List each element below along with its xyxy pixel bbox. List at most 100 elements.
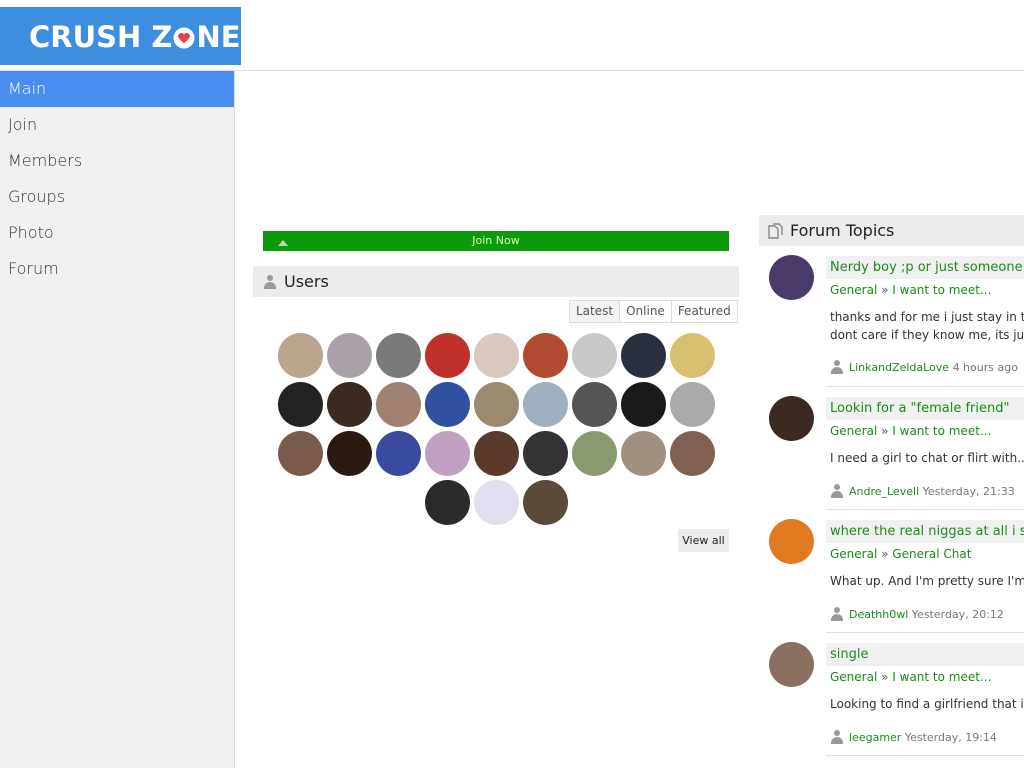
topic-time: Yesterday, 19:14: [904, 731, 997, 744]
topic-excerpt-line: Looking to find a girlfriend that is 4: [830, 697, 1024, 711]
member-avatar[interactable]: [327, 431, 372, 476]
member-avatar[interactable]: [376, 382, 421, 427]
member-avatar[interactable]: [523, 431, 568, 476]
member-avatar[interactable]: [621, 382, 666, 427]
topic-author-link[interactable]: Deathh0wl: [849, 608, 908, 621]
topic-excerpt-line: thanks and for me i just stay in the: [830, 310, 1024, 324]
member-avatar[interactable]: [474, 431, 519, 476]
member-avatar[interactable]: [572, 333, 617, 378]
user-icon: [830, 360, 844, 374]
users-title: Users: [284, 272, 329, 291]
nav-item-main[interactable]: Main: [0, 71, 234, 107]
user-icon: [830, 484, 844, 498]
nav-item-members[interactable]: Members: [0, 143, 234, 179]
topic-category-link[interactable]: General: [830, 424, 877, 438]
forum-topic: Lookin for a "female friend" General » I …: [759, 387, 1024, 510]
tab-online[interactable]: Online: [620, 301, 672, 322]
header: CRUSH Z NE: [0, 0, 1024, 71]
member-avatar[interactable]: [523, 333, 568, 378]
forum-topics-header: Forum Topics: [759, 215, 1024, 246]
topic-meta: leegamer Yesterday, 19:14: [830, 730, 997, 744]
member-avatar[interactable]: [474, 480, 519, 525]
member-avatar[interactable]: [278, 431, 323, 476]
member-avatar[interactable]: [278, 382, 323, 427]
join-now-button[interactable]: Join Now: [263, 231, 729, 251]
topic-subcategory-link[interactable]: I want to meet...: [892, 283, 991, 297]
topic-title-link[interactable]: Lookin for a "female friend": [826, 397, 1024, 420]
member-avatar[interactable]: [327, 333, 372, 378]
topic-author-link[interactable]: Andre_Levell: [849, 485, 919, 498]
member-avatar[interactable]: [474, 382, 519, 427]
users-section-header: Users: [253, 266, 739, 297]
topic-title-link[interactable]: where the real niggas at all i see: [826, 520, 1024, 543]
member-avatar[interactable]: [670, 382, 715, 427]
topic-breadcrumb: General » I want to meet...: [830, 424, 992, 438]
user-icon: [830, 730, 844, 744]
topic-time: Yesterday, 20:12: [911, 608, 1004, 621]
member-avatar[interactable]: [523, 382, 568, 427]
member-avatar[interactable]: [670, 431, 715, 476]
divider: [826, 755, 1024, 756]
member-avatar[interactable]: [621, 431, 666, 476]
topic-author-avatar[interactable]: [769, 396, 814, 441]
topic-category-link[interactable]: General: [830, 547, 877, 561]
member-avatar[interactable]: [327, 382, 372, 427]
topic-subcategory-link[interactable]: I want to meet...: [892, 670, 991, 684]
tab-latest[interactable]: Latest: [570, 301, 621, 322]
member-avatar[interactable]: [278, 333, 323, 378]
topic-subcategory-link[interactable]: General Chat: [892, 547, 971, 561]
topic-time: Yesterday, 21:33: [922, 485, 1015, 498]
member-avatar[interactable]: [425, 431, 470, 476]
member-avatar[interactable]: [376, 431, 421, 476]
member-avatar[interactable]: [621, 333, 666, 378]
member-avatar[interactable]: [425, 333, 470, 378]
topic-excerpt-line: What up. And I'm pretty sure I'm n: [830, 574, 1024, 588]
topic-excerpt: I need a girl to chat or flirt with...r: [830, 449, 1024, 467]
topic-meta: LinkandZeldaLove 4 hours ago: [830, 360, 1018, 374]
member-avatar[interactable]: [376, 333, 421, 378]
topic-breadcrumb: General » General Chat: [830, 547, 972, 561]
topic-breadcrumb: General » I want to meet...: [830, 670, 992, 684]
join-now-label: Join Now: [472, 234, 520, 247]
users-tabs: Latest Online Featured: [569, 300, 738, 323]
logo-text: CRUSH Z NE: [29, 20, 241, 54]
member-avatar[interactable]: [474, 333, 519, 378]
topic-excerpt: What up. And I'm pretty sure I'm n: [830, 572, 1024, 590]
nav-item-groups[interactable]: Groups: [0, 179, 234, 215]
view-all-button[interactable]: View all: [678, 529, 729, 552]
topic-title-link[interactable]: single: [826, 643, 1024, 666]
nav-item-forum[interactable]: Forum: [0, 251, 234, 287]
topic-breadcrumb: General » I want to meet...: [830, 283, 992, 297]
tab-featured[interactable]: Featured: [672, 301, 737, 322]
topic-title-link[interactable]: Nerdy boy ;p or just someone n: [826, 256, 1024, 279]
topic-category-link[interactable]: General: [830, 670, 877, 684]
topic-author-link[interactable]: leegamer: [849, 731, 901, 744]
crush-zone-logo[interactable]: CRUSH Z NE: [0, 7, 241, 65]
topic-excerpt-line: dont care if they know me, its just: [830, 328, 1024, 342]
member-avatar[interactable]: [523, 480, 568, 525]
member-avatar[interactable]: [572, 431, 617, 476]
forum-topic: single General » I want to meet... Looking…: [759, 633, 1024, 756]
topic-subcategory-link[interactable]: I want to meet...: [892, 424, 991, 438]
forum-topic: Nerdy boy ;p or just someone n General » …: [759, 246, 1024, 387]
member-avatar[interactable]: [572, 382, 617, 427]
heart-icon: [173, 27, 195, 49]
topic-meta: Andre_Levell Yesterday, 21:33: [830, 484, 1015, 498]
user-icon: [830, 607, 844, 621]
caret-up-icon: [278, 240, 288, 246]
topic-meta: Deathh0wl Yesterday, 20:12: [830, 607, 1004, 621]
topic-excerpt-line: I need a girl to chat or flirt with...r: [830, 451, 1024, 465]
topic-time: 4 hours ago: [952, 361, 1018, 374]
nav-item-join[interactable]: Join: [0, 107, 234, 143]
topic-author-link[interactable]: LinkandZeldaLove: [849, 361, 949, 374]
topic-category-link[interactable]: General: [830, 283, 877, 297]
topic-author-avatar[interactable]: [769, 642, 814, 687]
member-avatar[interactable]: [425, 480, 470, 525]
forum-topics-title: Forum Topics: [790, 221, 895, 240]
topic-author-avatar[interactable]: [769, 255, 814, 300]
member-avatar[interactable]: [670, 333, 715, 378]
nav-item-photo[interactable]: Photo: [0, 215, 234, 251]
topic-author-avatar[interactable]: [769, 519, 814, 564]
member-avatar[interactable]: [425, 382, 470, 427]
topic-excerpt: thanks and for me i just stay in the dont…: [830, 308, 1024, 344]
